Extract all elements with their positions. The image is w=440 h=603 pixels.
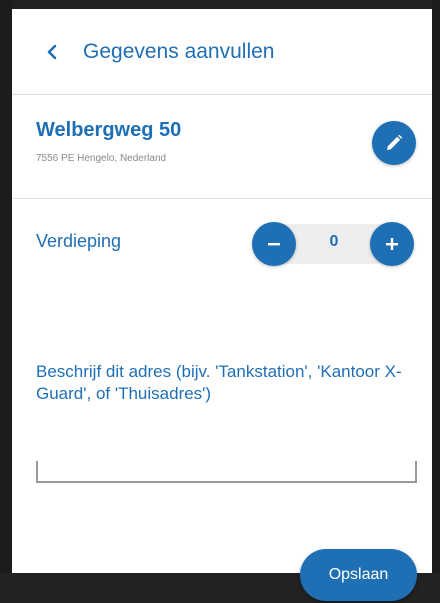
plus-icon [384,236,400,252]
address-street: Welbergweg 50 [36,119,182,141]
address-city: 7556 PE Hengelo, Nederland [36,153,167,164]
device-frame-right [432,0,440,603]
app-header: Gegevens aanvullen [12,9,432,95]
pencil-icon [384,133,404,153]
edit-address-button[interactable] [372,121,416,165]
app-screen: Gegevens aanvullen Welbergweg 50 7556 PE… [12,9,432,573]
chevron-left-icon[interactable] [42,41,62,63]
address-description-input[interactable] [36,461,417,483]
floor-stepper: 0 [252,219,416,269]
floor-label: Verdieping [36,231,122,251]
page-title: Gegevens aanvullen [83,40,275,63]
device-frame-top [0,0,440,9]
description-label: Beschrijf dit adres (bijv. 'Tankstation'… [36,362,402,403]
address-section: Welbergweg 50 7556 PE Hengelo, Nederland [12,95,432,199]
save-button[interactable]: Opslaan [300,549,417,601]
decrease-floor-button[interactable] [252,222,296,266]
minus-icon [266,236,282,252]
increase-floor-button[interactable] [370,222,414,266]
device-frame-left [0,0,12,603]
floor-value: 0 [329,233,339,250]
